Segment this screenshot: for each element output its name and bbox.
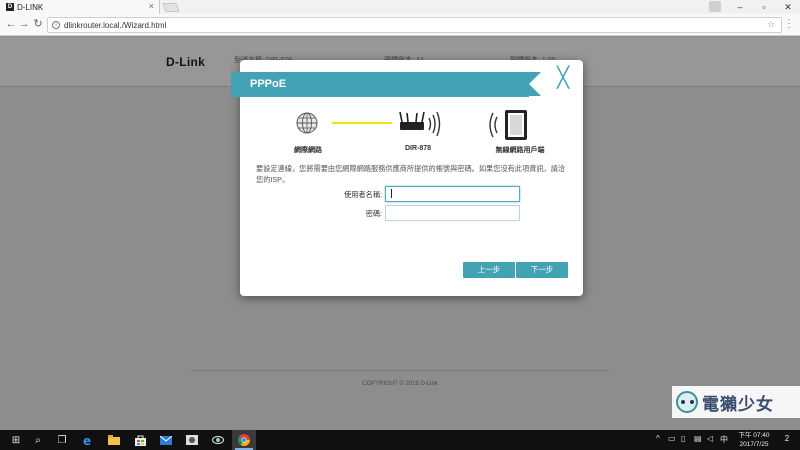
watermark-text: 電獺少女 (702, 394, 774, 415)
clock-date: 2017/7/25 (739, 441, 769, 448)
back-button[interactable]: ← (4, 17, 18, 31)
notification-count: 2 (784, 434, 790, 443)
username-row: 使用者名稱: (240, 186, 583, 202)
edge-icon[interactable]: e (76, 430, 100, 450)
internet-label: 網際網路 (294, 147, 322, 154)
clock[interactable]: 下午 07:40 2017/7/25 (734, 431, 774, 449)
forward-button[interactable]: → (17, 17, 31, 31)
svg-text:e: e (83, 434, 91, 446)
globe-icon (296, 112, 318, 134)
usb-icon[interactable]: ▯ (681, 434, 685, 443)
chrome-icon[interactable] (232, 430, 256, 450)
client-label: 無線網路用戶端 (495, 147, 545, 154)
ime-icon[interactable]: 中 (720, 434, 728, 445)
new-tab-button[interactable] (162, 3, 180, 12)
profile-icon[interactable] (709, 1, 721, 12)
dlink-logo: D-Link (166, 55, 206, 69)
browser-tab-bar: D D-LINK × – ▫ ✕ (0, 0, 800, 14)
minimize-button[interactable]: – (728, 0, 752, 14)
dialog-title: PPPoE (231, 72, 541, 97)
mail-icon[interactable] (154, 430, 178, 450)
watermark: 電獺少女 (672, 386, 800, 418)
dlink-favicon-icon: D (6, 3, 14, 11)
back-button[interactable]: 上一步 (463, 262, 515, 278)
tab-title: D-LINK (17, 2, 44, 12)
footer-divider (190, 370, 610, 371)
router-icon (399, 111, 441, 137)
close-window-button[interactable]: ✕ (776, 0, 800, 14)
photos-icon[interactable] (180, 430, 204, 450)
file-explorer-icon[interactable] (102, 430, 126, 450)
maximize-button[interactable]: ▫ (752, 0, 776, 14)
browser-toolbar: ← → ↻ i dlinkrouter.local./Wizard.html ☆ (0, 14, 800, 36)
connection-diagram: 網際網路 DIR-878 無線網路用戶端 (240, 108, 583, 158)
password-input[interactable] (385, 205, 520, 221)
tab-close-icon[interactable]: × (149, 1, 154, 11)
next-button[interactable]: 下一步 (516, 262, 568, 278)
store-icon[interactable] (128, 430, 152, 450)
reload-button[interactable]: ↻ (31, 17, 45, 31)
app-icon[interactable] (206, 430, 230, 450)
username-label: 使用者名稱: (344, 190, 382, 199)
url-text: dlinkrouter.local./Wizard.html (64, 20, 167, 30)
connection-line (332, 122, 392, 124)
router-label: DIR-878 (404, 145, 432, 152)
taskbar: ⊞ ⌕ ❐ e ^ ▭ ▯ ▤ ◁ 中 下午 07:40 2017/7/25 2 (0, 430, 800, 450)
notification-icon[interactable]: 2 (780, 434, 794, 446)
address-bar[interactable]: i dlinkrouter.local./Wizard.html ☆ (47, 17, 782, 33)
username-input[interactable] (385, 186, 520, 202)
start-button[interactable]: ⊞ (4, 430, 28, 450)
mascot-icon (676, 391, 698, 413)
password-row: 密碼: (240, 205, 583, 221)
wireless-client-icon (489, 110, 527, 140)
clock-time: 下午 07:40 (738, 432, 770, 439)
bookmark-star-icon[interactable]: ☆ (767, 19, 775, 30)
password-label: 密碼: (365, 209, 382, 218)
search-icon[interactable]: ⌕ (26, 430, 50, 450)
close-icon[interactable]: ╳ (554, 68, 572, 88)
battery-icon[interactable]: ▭ (668, 434, 676, 443)
pppoe-dialog: PPPoE ╳ 網際網路 DIR-878 無線網路用戶端 要設定連線，您將需要由… (231, 60, 583, 296)
network-icon[interactable]: ▤ (694, 434, 702, 443)
instruction-text: 要設定連線，您將需要由您網際網路服務供應商所提供的帳號與密碼。如果您沒有此項資訊… (256, 164, 566, 184)
volume-icon[interactable]: ◁ (707, 434, 713, 443)
browser-tab[interactable]: D D-LINK × (0, 0, 160, 14)
text-caret (391, 189, 392, 198)
task-view-icon[interactable]: ❐ (50, 430, 74, 450)
info-icon[interactable]: i (52, 21, 60, 29)
browser-menu-icon[interactable]: · · · (786, 15, 792, 32)
tray-expand-icon[interactable]: ^ (656, 434, 660, 443)
